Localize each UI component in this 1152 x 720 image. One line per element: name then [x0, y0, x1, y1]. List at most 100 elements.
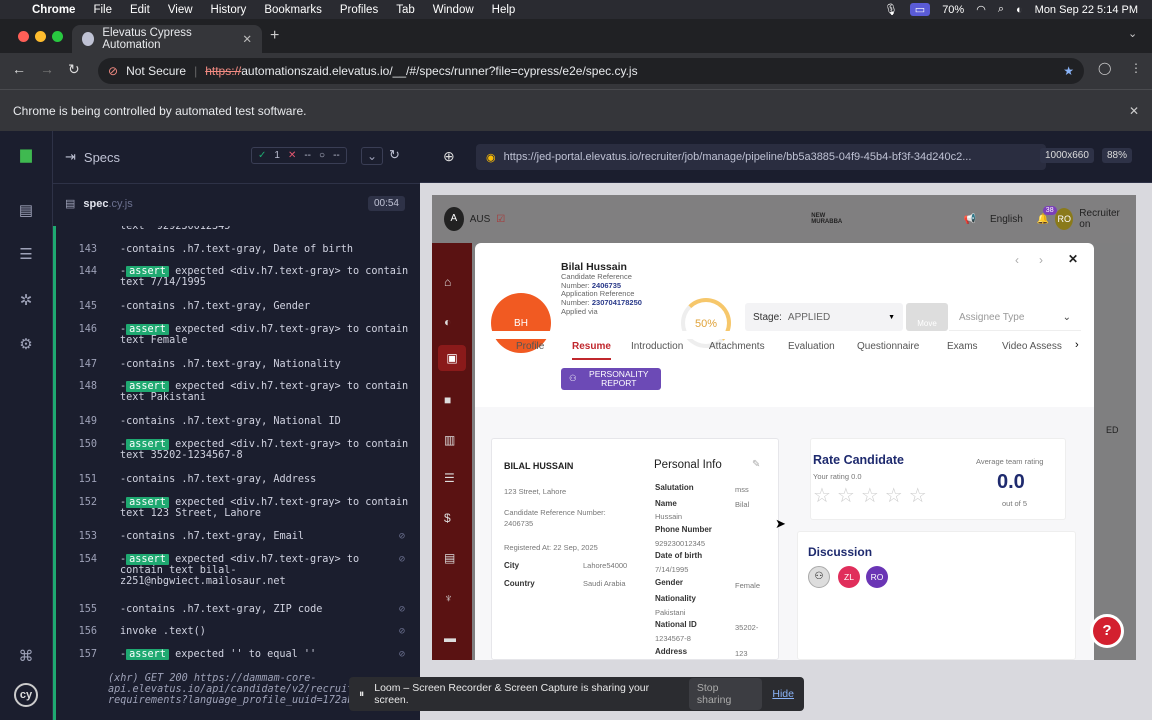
command-log-row[interactable]: text '929230012345' — [53, 226, 409, 232]
account-avatar[interactable]: A — [444, 207, 464, 231]
drag-handle-icon[interactable]: ⏸ — [359, 688, 364, 701]
menu-bookmarks[interactable]: Bookmarks — [264, 4, 322, 16]
prev-candidate-icon[interactable]: ‹ — [1015, 253, 1019, 267]
new-tab-icon[interactable]: + — [270, 27, 279, 45]
command-log-row[interactable]: 148 - assert expected <div.h7.text-gray> t… — [53, 381, 409, 403]
region-dropdown-icon[interactable]: ☑ — [496, 214, 505, 225]
specs-label[interactable]: Specs — [84, 150, 120, 165]
back-icon[interactable]: ← — [12, 61, 26, 77]
clock[interactable]: Mon Sep 22 5:14 PM — [1035, 4, 1138, 16]
member-avatar-ro[interactable]: RO — [866, 566, 888, 588]
address-bar[interactable]: ⊘ Not Secure | https://automationszaid.e… — [98, 58, 1084, 84]
close-modal-icon[interactable]: ✕ — [1068, 252, 1078, 266]
pie-icon[interactable]: ◐ — [444, 315, 451, 329]
aut-url[interactable]: https://jed-portal.elevatus.io/recruiter… — [504, 151, 972, 163]
stop-sharing-button[interactable]: Stop sharing — [688, 678, 763, 710]
screen-share-icon[interactable]: ▭ — [909, 3, 931, 16]
tab-exams[interactable]: Exams — [947, 341, 978, 352]
command-log-row[interactable]: 146 - assert expected <div.h7.text-gray> t… — [53, 324, 409, 346]
battery-percent[interactable]: 70% — [942, 4, 964, 16]
help-button[interactable]: ? — [1090, 614, 1124, 648]
command-log-row[interactable]: 153 -contains .h7.text-gray, Email ⊘ — [53, 531, 409, 542]
money-icon[interactable]: $ — [444, 511, 451, 525]
reload-icon[interactable]: ↻ — [68, 61, 80, 78]
menu-history[interactable]: History — [211, 4, 247, 16]
tab-questionnaire[interactable]: Questionnaire — [857, 341, 919, 352]
viewport-size[interactable]: 1000x660 — [1040, 148, 1094, 163]
stage-value[interactable]: APPLIED — [788, 312, 830, 323]
browser-tab[interactable]: Elevatus Cypress Automation ✕ — [72, 25, 262, 53]
menu-help[interactable]: Help — [492, 4, 516, 16]
tab-close-icon[interactable]: ✕ — [242, 32, 252, 46]
stage-select[interactable]: Stage: APPLIED ▼ — [745, 303, 903, 331]
collapse-chevron-icon[interactable]: ⌄ — [361, 147, 384, 165]
security-label[interactable]: Not Secure — [126, 64, 186, 78]
tab-introduction[interactable]: Introduction — [631, 341, 683, 352]
hide-button[interactable]: Hide — [772, 688, 794, 700]
member-avatar-zl[interactable]: ZL — [838, 566, 860, 588]
mic-icon[interactable]: 🎙 — [884, 3, 898, 16]
tabs-scroll-right-icon[interactable]: › — [1075, 339, 1079, 351]
wifi-icon[interactable]: ◠ — [976, 3, 986, 16]
command-log-row[interactable]: 147 -contains .h7.text-gray, Nationality — [53, 359, 409, 370]
menu-kebab-icon[interactable]: ⋮ — [1130, 61, 1142, 75]
control-center-icon[interactable]: ◐ — [1016, 4, 1023, 16]
command-log-row[interactable]: 154 - assert expected <div.h7.text-gray> t… — [53, 554, 409, 587]
url-text[interactable]: https://automationszaid.elevatus.io/__/#… — [205, 64, 637, 78]
menu-tab[interactable]: Tab — [396, 4, 415, 16]
command-log-row[interactable]: 150 - assert expected <div.h7.text-gray> t… — [53, 439, 409, 461]
command-log-row[interactable]: 145 -contains .h7.text-gray, Gender — [53, 301, 409, 312]
assignee-select[interactable]: Assignee Type ⌄ — [949, 305, 1081, 331]
assignee-chevron-icon[interactable]: ⌄ — [1063, 312, 1071, 323]
menu-window[interactable]: Window — [433, 4, 474, 16]
specs-list-icon[interactable]: ⇥ — [65, 149, 76, 165]
cypress-logo-icon[interactable]: cy — [14, 683, 38, 707]
command-log-row[interactable]: 143 -contains .h7.text-gray, Date of birt… — [53, 244, 409, 255]
tab-profile[interactable]: Profile — [516, 341, 544, 352]
hidden-eye-icon[interactable]: ⊘ — [399, 604, 405, 615]
command-log-row[interactable]: 151 -contains .h7.text-gray, Address — [53, 474, 409, 485]
inbox-icon[interactable]: ▬ — [444, 631, 456, 645]
menu-app-name[interactable]: Chrome — [32, 4, 75, 16]
command-log-row[interactable]: 149 -contains .h7.text-gray, National ID — [53, 416, 409, 427]
hidden-eye-icon[interactable]: ⊘ — [399, 531, 405, 542]
group-icon[interactable]: ⚇ — [808, 566, 830, 588]
hidden-eye-icon[interactable]: ⊘ — [399, 626, 405, 637]
zoom-window-button[interactable] — [52, 31, 63, 42]
command-log-row[interactable]: 156 invoke .text() ⊘ — [53, 626, 409, 637]
menu-file[interactable]: File — [93, 4, 112, 16]
plant-icon[interactable]: ♆ — [444, 591, 453, 605]
user-avatar[interactable]: RO — [1055, 208, 1074, 230]
infobar-close-icon[interactable]: ✕ — [1129, 104, 1139, 118]
aut-url-bar[interactable]: ◉ https://jed-portal.elevatus.io/recruit… — [476, 144, 1046, 170]
tab-video-assess[interactable]: Video Assess — [1002, 341, 1062, 352]
announcement-icon[interactable]: 📢 — [964, 214, 976, 225]
tab-resume[interactable]: Resume — [572, 341, 611, 360]
runs-nav-icon[interactable]: ☰ — [14, 243, 38, 267]
menu-edit[interactable]: Edit — [130, 4, 150, 16]
hidden-eye-icon[interactable]: ⊘ — [399, 554, 405, 565]
user-role-label[interactable]: Recruiter on — [1079, 208, 1124, 230]
menu-view[interactable]: View — [168, 4, 193, 16]
next-candidate-icon[interactable]: › — [1039, 253, 1043, 267]
notification-bell-icon[interactable]: 🔔 38 — [1037, 205, 1057, 225]
move-button[interactable]: Move — [906, 303, 948, 331]
briefcase-icon[interactable]: ▣ — [438, 345, 466, 371]
debug-nav-icon[interactable]: ✲ — [14, 289, 38, 313]
specs-nav-icon[interactable]: ▤ — [14, 199, 38, 223]
home-icon[interactable]: ⌂ — [444, 275, 451, 289]
forward-icon[interactable]: → — [40, 61, 54, 77]
settings-nav-icon[interactable]: ⚙ — [14, 333, 38, 357]
selector-playground-icon[interactable]: ⊕ — [443, 148, 455, 165]
personality-label[interactable]: PERSONALITY REPORT — [585, 369, 653, 389]
edit-icon[interactable]: ✎ — [752, 459, 760, 470]
command-log-row[interactable]: 155 -contains .h7.text-gray, ZIP code ⊘ — [53, 604, 409, 615]
command-log-row[interactable]: 152 - assert expected <div.h7.text-gray> t… — [53, 497, 409, 519]
tab-search-icon[interactable]: ⌄ — [1128, 27, 1137, 40]
video-icon[interactable]: ■ — [444, 393, 451, 407]
stage-dropdown-icon[interactable]: ▼ — [888, 314, 895, 321]
bookmark-star-icon[interactable]: ★ — [1063, 64, 1074, 78]
search-icon[interactable]: ⌕ — [998, 3, 1004, 16]
profile-icon[interactable]: ◯ — [1098, 61, 1111, 75]
hidden-eye-icon[interactable]: ⊘ — [399, 649, 405, 660]
